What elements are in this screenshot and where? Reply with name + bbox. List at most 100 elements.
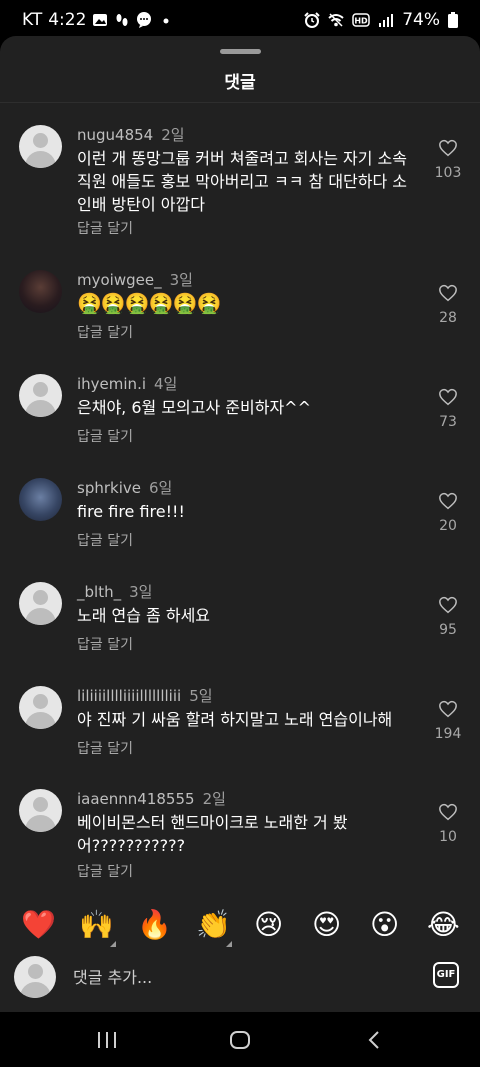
like-count: 103 — [434, 165, 462, 181]
like-count: 95 — [439, 622, 457, 638]
comment-input[interactable]: 댓글 추가... — [73, 964, 152, 988]
time-ago: 3일 — [169, 271, 193, 289]
gallery-icon — [93, 14, 108, 26]
my-avatar — [14, 956, 56, 998]
status-bar: KT 4:22 HD 74% — [0, 0, 480, 40]
wifi-icon — [328, 13, 344, 27]
laughing-emoji-icon[interactable]: 😂 — [427, 908, 460, 942]
reply-button[interactable]: 답글 달기 — [77, 322, 133, 342]
comment-text: fire fire fire!!! — [77, 502, 185, 521]
crying-emoji-icon[interactable]: 😢 — [254, 908, 283, 942]
username[interactable]: sphrkive — [77, 479, 141, 497]
heart-emoji-icon[interactable]: ❤️ — [21, 908, 56, 942]
comment-meta: ihyemin.i 4일 — [77, 373, 177, 394]
heart-icon — [439, 803, 457, 821]
home-icon[interactable] — [229, 1030, 251, 1050]
time-ago: 6일 — [148, 479, 173, 497]
comment-meta: iaaennn418555 2일 — [77, 788, 226, 809]
navigation-bar — [0, 1012, 480, 1067]
reply-button[interactable]: 답글 달기 — [77, 861, 133, 881]
gif-button[interactable]: GIF — [433, 962, 459, 988]
clock: 4:22 — [48, 10, 87, 30]
time-ago: 5일 — [189, 687, 213, 705]
comments-sheet: 댓글 nugu4854 2일 이런 개 똥망그룹 커버 쳐줄려고 회사는 자기 소… — [0, 36, 480, 1012]
like-button[interactable]: 194 — [428, 700, 468, 742]
comment-meta: liliiiilllliiiillllllliii 5일 — [77, 685, 213, 706]
like-button[interactable]: 10 — [428, 803, 468, 845]
avatar[interactable] — [19, 478, 62, 521]
fire-emoji-icon[interactable]: 🔥 — [137, 908, 172, 942]
dot-icon — [163, 18, 169, 24]
clapping-emoji-icon[interactable]: 👏 — [196, 908, 231, 942]
comment-text: 야 진짜 기 싸움 할려 하지말고 노래 연습이나해 — [77, 710, 393, 729]
heart-icon — [439, 388, 457, 406]
drag-handle[interactable] — [220, 49, 261, 54]
like-count: 10 — [439, 829, 457, 845]
carrier-label: KT — [22, 10, 43, 30]
title-divider — [0, 102, 480, 103]
time-ago: 3일 — [129, 583, 153, 601]
username[interactable]: liliiiilllliiiillllllliii — [77, 687, 181, 705]
alarm-icon — [304, 12, 320, 28]
status-right: HD 74% — [304, 10, 458, 30]
heart-eyes-emoji-icon[interactable]: 😍 — [312, 908, 341, 942]
time-ago: 2일 — [202, 790, 226, 808]
chat-icon — [137, 12, 152, 28]
reply-button[interactable]: 답글 달기 — [77, 738, 133, 758]
comment-meta: _blth_ 3일 — [77, 581, 152, 602]
like-button[interactable]: 20 — [428, 492, 468, 534]
variant-indicator — [110, 941, 116, 947]
status-left: KT 4:22 — [22, 10, 174, 30]
surprised-emoji-icon[interactable]: 😮 — [370, 908, 399, 942]
time-ago: 4일 — [154, 375, 178, 393]
comment-text: 은채야, 6월 모의고사 준비하자^^ — [77, 398, 311, 417]
avatar[interactable] — [19, 789, 62, 832]
sheet-title: 댓글 — [224, 73, 256, 93]
hd-icon: HD — [352, 13, 370, 27]
comment-text: 베이비몬스터 핸드마이크로 노래한 거 봤어??????????? — [77, 813, 348, 855]
username[interactable]: nugu4854 — [77, 126, 153, 144]
like-count: 194 — [434, 726, 462, 742]
username[interactable]: myoiwgee_ — [77, 271, 162, 289]
avatar[interactable] — [19, 582, 62, 625]
reply-button[interactable]: 답글 달기 — [77, 218, 133, 238]
heart-icon — [439, 139, 457, 157]
variant-indicator — [226, 941, 232, 947]
username[interactable]: _blth_ — [77, 583, 121, 601]
reply-button[interactable]: 답글 달기 — [77, 634, 133, 654]
comment-meta: myoiwgee_ 3일 — [77, 269, 193, 290]
reply-button[interactable]: 답글 달기 — [77, 426, 133, 446]
comment-meta: nugu4854 2일 — [77, 124, 185, 145]
comment-composer: 댓글 추가... GIF — [0, 954, 480, 1012]
like-button[interactable]: 28 — [428, 284, 468, 326]
avatar[interactable] — [19, 686, 62, 729]
heart-icon — [439, 596, 457, 614]
emoji-reaction-bar: ❤️ 🙌 🔥 👏 😢 😍 😮 😂 — [0, 904, 480, 954]
comment-text: 노래 연습 좀 하세요 — [77, 606, 211, 625]
username[interactable]: ihyemin.i — [77, 375, 146, 393]
steps-icon — [116, 14, 128, 26]
avatar[interactable] — [19, 125, 62, 168]
like-button[interactable]: 103 — [428, 139, 468, 181]
comment-text: 🤮🤮🤮🤮🤮🤮 — [77, 291, 221, 315]
heart-icon — [439, 492, 457, 510]
time-ago: 2일 — [161, 126, 185, 144]
battery-icon — [448, 12, 458, 28]
svg-text:HD: HD — [355, 17, 369, 26]
username[interactable]: iaaennn418555 — [77, 790, 195, 808]
signal-icon — [379, 14, 394, 27]
reply-button[interactable]: 답글 달기 — [77, 530, 133, 550]
recent-apps-icon[interactable] — [96, 1030, 118, 1050]
back-icon[interactable] — [366, 1030, 382, 1050]
like-count: 28 — [439, 310, 457, 326]
like-count: 20 — [439, 518, 457, 534]
avatar[interactable] — [19, 270, 62, 313]
raising-hands-emoji-icon[interactable]: 🙌 — [79, 908, 114, 942]
like-count: 73 — [439, 414, 457, 430]
battery-percent: 74% — [402, 10, 440, 30]
avatar[interactable] — [19, 374, 62, 417]
comment-meta: sphrkive 6일 — [77, 477, 172, 498]
like-button[interactable]: 95 — [428, 596, 468, 638]
like-button[interactable]: 73 — [428, 388, 468, 430]
heart-icon — [439, 700, 457, 718]
